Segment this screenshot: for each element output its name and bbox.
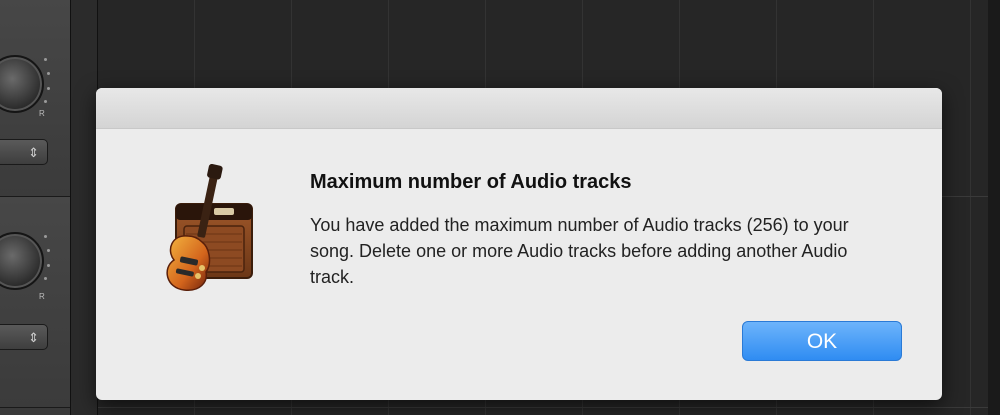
knob-tick: [44, 100, 47, 103]
pan-right-label: R: [39, 109, 45, 118]
dialog-message: You have added the maximum number of Aud…: [310, 215, 849, 287]
track-stepper[interactable]: ⇕: [0, 324, 48, 350]
track-header-2[interactable]: R ⇕: [0, 197, 70, 408]
pan-right-label: R: [39, 292, 45, 301]
track-header-column: R ⇕ R ⇕: [0, 0, 71, 415]
knob-tick: [47, 249, 50, 252]
dialog-titlebar: [96, 88, 942, 129]
garageband-guitar-amp-icon: [148, 163, 258, 294]
dialog-title: Maximum number of Audio tracks: [310, 171, 632, 193]
knob-tick: [47, 87, 50, 90]
pan-knob[interactable]: [0, 55, 44, 113]
track-row-divider: [98, 407, 1000, 408]
knob-tick: [44, 277, 47, 280]
track-color-strip: [71, 0, 98, 415]
knob-tick: [44, 58, 47, 61]
scrollbar-track[interactable]: [988, 0, 1000, 415]
updown-arrows-icon: ⇕: [28, 330, 39, 345]
knob-tick: [47, 72, 50, 75]
updown-arrows-icon: ⇕: [28, 145, 39, 160]
knob-tick: [47, 264, 50, 267]
alert-dialog: Maximum number of Audio tracks You have …: [96, 88, 942, 400]
track-header-1[interactable]: R ⇕: [0, 0, 70, 197]
pan-knob[interactable]: [0, 232, 44, 290]
ok-button[interactable]: OK: [742, 321, 902, 361]
track-stepper[interactable]: ⇕: [0, 139, 48, 165]
garageband-window: R ⇕ R ⇕ Maximum number of Audio tracks Y…: [0, 0, 1000, 415]
knob-tick: [44, 235, 47, 238]
